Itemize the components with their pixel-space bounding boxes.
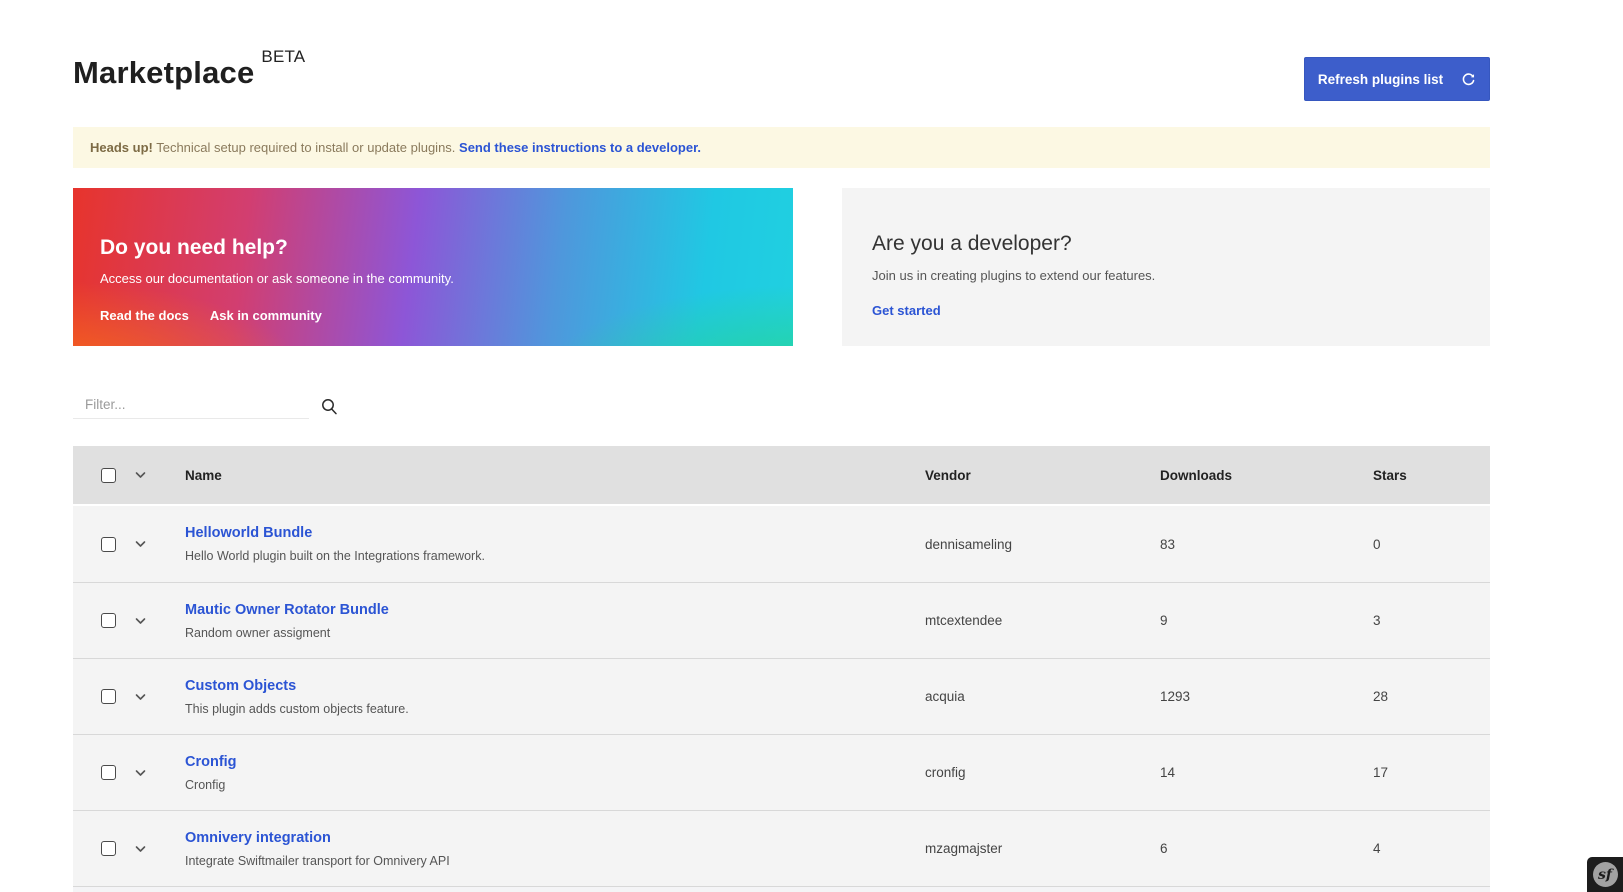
plugin-stars: 17 (1373, 765, 1490, 780)
row-checkbox[interactable] (101, 689, 116, 704)
row-checkbox[interactable] (101, 765, 116, 780)
refresh-plugins-button[interactable]: Refresh plugins list (1304, 57, 1490, 101)
developer-card: Are you a developer? Join us in creating… (842, 188, 1490, 346)
search-icon[interactable] (321, 398, 338, 415)
table-row-partial (73, 886, 1490, 892)
row-chevron-down-icon[interactable] (135, 693, 185, 701)
plugin-vendor: cronfig (925, 765, 1160, 780)
send-instructions-link[interactable]: Send these instructions to a developer. (459, 140, 701, 155)
plugin-downloads: 6 (1160, 841, 1373, 856)
plugin-stars: 3 (1373, 613, 1490, 628)
help-card: Do you need help? Access our documentati… (73, 188, 793, 346)
plugin-description: Integrate Swiftmailer transport for Omni… (185, 854, 925, 868)
notice-bold: Heads up! (90, 140, 153, 155)
plugin-description: This plugin adds custom objects feature. (185, 702, 925, 716)
table-row: Mautic Owner Rotator Bundle Random owner… (73, 582, 1490, 658)
table-row: Cronfig Cronfig cronfig 14 17 (73, 734, 1490, 810)
header-chevron-down-icon[interactable] (135, 471, 185, 479)
page-title: MarketplaceBETA (73, 55, 305, 91)
table-row: Helloworld Bundle Hello World plugin bui… (73, 506, 1490, 582)
select-all-checkbox[interactable] (101, 468, 116, 483)
help-card-subtitle: Access our documentation or ask someone … (100, 271, 793, 286)
plugin-vendor: mtcextendee (925, 613, 1160, 628)
plugin-description: Cronfig (185, 778, 925, 792)
page-title-text: Marketplace (73, 55, 254, 90)
info-cards: Do you need help? Access our documentati… (73, 188, 1490, 346)
column-header-downloads[interactable]: Downloads (1160, 468, 1373, 483)
plugin-downloads: 14 (1160, 765, 1373, 780)
plugin-description: Random owner assigment (185, 626, 925, 640)
ask-in-community-link[interactable]: Ask in community (210, 308, 322, 323)
plugin-name-link[interactable]: Cronfig (185, 754, 237, 770)
plugin-name-link[interactable]: Helloworld Bundle (185, 525, 312, 541)
column-header-stars[interactable]: Stars (1373, 468, 1490, 483)
table-row: Custom Objects This plugin adds custom o… (73, 658, 1490, 734)
plugin-stars: 4 (1373, 841, 1490, 856)
plugin-vendor: acquia (925, 689, 1160, 704)
read-the-docs-link[interactable]: Read the docs (100, 308, 189, 323)
beta-badge: BETA (261, 47, 305, 66)
refresh-icon (1461, 72, 1476, 87)
plugins-table: Name Vendor Downloads Stars Helloworld B… (73, 446, 1490, 892)
help-card-title: Do you need help? (100, 236, 793, 260)
page-header: MarketplaceBETA Refresh plugins list (73, 55, 1490, 101)
plugin-downloads: 83 (1160, 537, 1373, 552)
plugin-name-link[interactable]: Omnivery integration (185, 830, 331, 846)
row-chevron-down-icon[interactable] (135, 769, 185, 777)
help-card-links: Read the docs Ask in community (100, 308, 793, 323)
row-checkbox[interactable] (101, 613, 116, 628)
column-header-name[interactable]: Name (185, 468, 925, 483)
filter-input[interactable] (73, 393, 309, 419)
plugin-stars: 28 (1373, 689, 1490, 704)
symfony-profiler-toggle[interactable]: sf (1587, 857, 1623, 892)
plugin-downloads: 9 (1160, 613, 1373, 628)
plugin-name-link[interactable]: Custom Objects (185, 678, 296, 694)
plugin-downloads: 1293 (1160, 689, 1373, 704)
developer-card-title: Are you a developer? (872, 232, 1490, 256)
marketplace-page: MarketplaceBETA Refresh plugins list Hea… (73, 0, 1490, 892)
developer-card-subtitle: Join us in creating plugins to extend ou… (872, 268, 1490, 283)
row-checkbox[interactable] (101, 841, 116, 856)
row-chevron-down-icon[interactable] (135, 540, 185, 548)
plugin-vendor: mzagmajster (925, 841, 1160, 856)
select-all-cell (73, 468, 135, 483)
row-checkbox[interactable] (101, 537, 116, 552)
column-header-vendor[interactable]: Vendor (925, 468, 1160, 483)
symfony-logo-icon: sf (1593, 862, 1618, 887)
table-header: Name Vendor Downloads Stars (73, 446, 1490, 504)
table-body: Helloworld Bundle Hello World plugin bui… (73, 506, 1490, 892)
refresh-button-label: Refresh plugins list (1318, 72, 1443, 87)
table-row: Omnivery integration Integrate Swiftmail… (73, 810, 1490, 886)
plugin-description: Hello World plugin built on the Integrat… (185, 549, 925, 563)
plugin-vendor: dennisameling (925, 537, 1160, 552)
setup-notice-banner: Heads up! Technical setup required to in… (73, 127, 1490, 168)
row-chevron-down-icon[interactable] (135, 845, 185, 853)
filter-bar (73, 393, 1490, 419)
get-started-link[interactable]: Get started (872, 303, 941, 318)
notice-text: Technical setup required to install or u… (153, 140, 459, 155)
plugin-name-link[interactable]: Mautic Owner Rotator Bundle (185, 602, 389, 618)
plugin-stars: 0 (1373, 537, 1490, 552)
row-chevron-down-icon[interactable] (135, 617, 185, 625)
